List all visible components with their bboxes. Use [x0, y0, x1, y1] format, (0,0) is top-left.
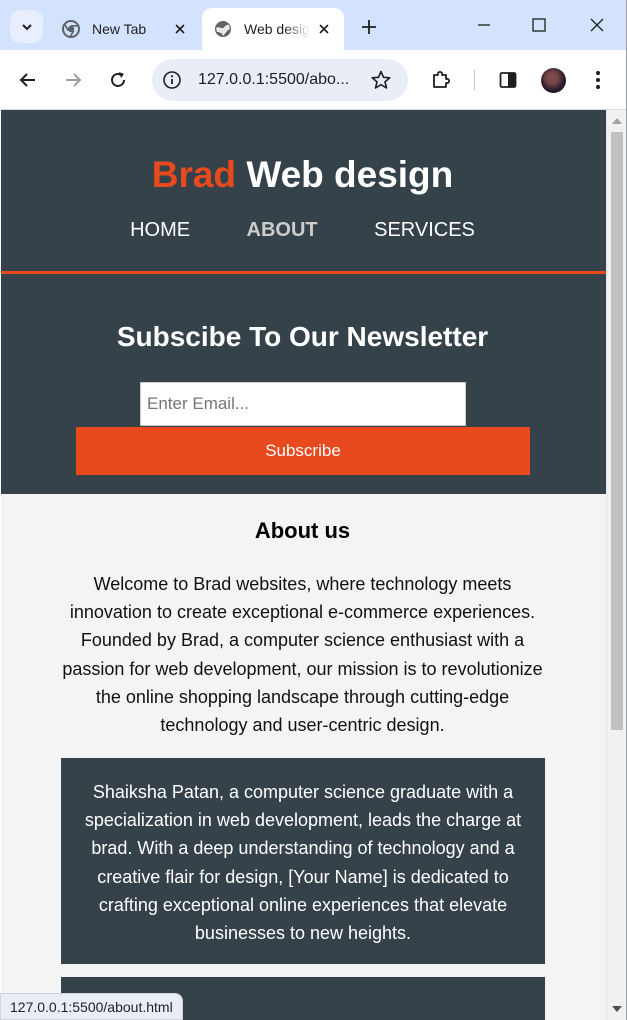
side-panel-icon [499, 72, 517, 88]
close-icon[interactable] [316, 21, 332, 37]
brand-highlight: Brad [151, 154, 237, 195]
nav-services[interactable]: SERVICES [374, 219, 475, 242]
tab-title: New Tab [92, 21, 147, 37]
email-input[interactable] [140, 382, 466, 426]
close-icon[interactable] [172, 21, 188, 37]
back-button[interactable] [16, 68, 40, 92]
forward-button[interactable] [61, 68, 85, 92]
extensions-button[interactable] [429, 68, 453, 92]
address-bar[interactable]: 127.0.0.1:5500/abo... [152, 59, 408, 101]
scroll-down-arrow-icon[interactable] [612, 1006, 622, 1012]
about-paragraph: Welcome to Brad websites, where technolo… [62, 574, 543, 736]
maximize-icon[interactable] [530, 16, 548, 34]
scroll-up-arrow-icon[interactable] [612, 118, 622, 124]
address-url[interactable]: 127.0.0.1:5500/abo... [198, 71, 358, 89]
founder-text: Shaiksha Patan, a computer science gradu… [84, 782, 522, 944]
brand-rest: Web design [246, 154, 454, 195]
status-bar-url: 127.0.0.1:5500/about.html [0, 993, 183, 1020]
main-nav: HOME ABOUT SERVICES [1, 219, 604, 242]
window-close-icon[interactable] [588, 16, 606, 34]
tab-strip: New Tab Web design [0, 0, 627, 50]
globe-icon [215, 21, 231, 37]
newsletter-title: Subscibe To Our Newsletter [116, 321, 489, 352]
scrollbar-thumb[interactable] [611, 132, 623, 730]
nav-about[interactable]: ABOUT [247, 219, 318, 242]
minimize-icon[interactable] [475, 16, 493, 34]
back-arrow-icon [19, 73, 35, 87]
kebab-menu-icon [596, 71, 600, 89]
page-scrollbar[interactable] [606, 110, 626, 1020]
site-info-icon[interactable] [162, 70, 182, 90]
site-brand: Brad Web design [1, 154, 604, 196]
tab-search-button[interactable] [10, 10, 43, 43]
nav-home[interactable]: HOME [130, 219, 190, 242]
profile-avatar[interactable] [541, 68, 566, 93]
new-tab-plus-icon[interactable] [358, 16, 380, 38]
newsletter-section: Subscibe To Our Newsletter Subscribe [1, 274, 606, 494]
about-title: About us [254, 518, 351, 543]
page-viewport: Brad Web design HOME ABOUT SERVICES Subs… [1, 110, 606, 1020]
chrome-icon [62, 20, 80, 38]
site-header: Brad Web design HOME ABOUT SERVICES [1, 110, 606, 274]
toolbar-separator [474, 70, 475, 90]
puzzle-icon [433, 71, 450, 88]
founder-box: Shaiksha Patan, a computer science gradu… [61, 758, 545, 964]
bookmark-star-icon[interactable] [370, 69, 392, 91]
tab-title: Web design [244, 21, 310, 37]
reload-icon [111, 72, 125, 87]
tab-new-tab[interactable]: New Tab [50, 8, 200, 50]
forward-arrow-icon [66, 73, 82, 87]
menu-button[interactable] [586, 68, 610, 92]
reload-button[interactable] [106, 68, 130, 92]
subscribe-button[interactable]: Subscribe [76, 427, 530, 475]
browser-toolbar: 127.0.0.1:5500/abo... [0, 50, 627, 110]
side-panel-button[interactable] [496, 68, 520, 92]
chevron-down-icon [21, 23, 32, 30]
tab-web-design[interactable]: Web design [202, 8, 344, 50]
